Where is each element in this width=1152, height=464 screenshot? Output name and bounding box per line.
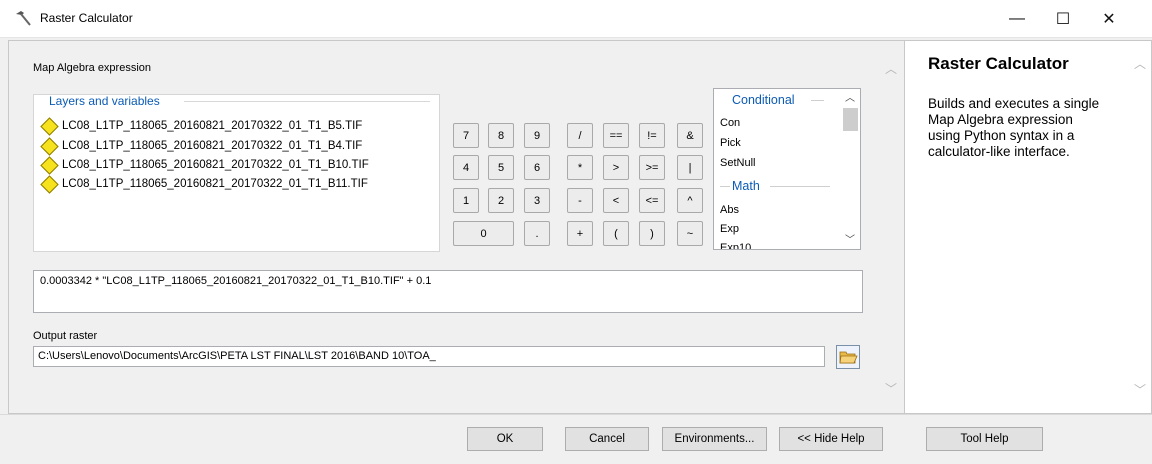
key-less-than[interactable]: < [603, 188, 629, 213]
title-bar [0, 0, 1152, 38]
math-header: Math [732, 179, 760, 193]
key-equal[interactable]: == [603, 123, 629, 148]
key-left-paren[interactable]: ( [603, 221, 629, 246]
key-3[interactable]: 3 [524, 188, 550, 213]
scroll-up-icon[interactable]: ︿ [845, 89, 857, 104]
divider [720, 186, 730, 187]
window-title: Raster Calculator [40, 11, 133, 25]
scroll-down-icon[interactable]: ﹀ [884, 382, 898, 396]
conditional-header: Conditional [732, 93, 795, 107]
key-power[interactable]: ^ [677, 188, 703, 213]
layer-name: LC08_L1TP_118065_20160821_20170322_01_T1… [62, 178, 368, 190]
function-item[interactable]: SetNull [720, 157, 755, 169]
layer-item[interactable]: LC08_L1TP_118065_20160821_20170322_01_T1… [38, 136, 362, 156]
cancel-button[interactable]: Cancel [565, 427, 649, 451]
key-or[interactable]: | [677, 155, 703, 180]
help-scroll-down-icon[interactable]: ﹀ [1133, 383, 1147, 397]
key-plus[interactable]: + [567, 221, 593, 246]
key-and[interactable]: & [677, 123, 703, 148]
raster-layer-icon [40, 155, 59, 175]
key-not-equal[interactable]: != [639, 123, 665, 148]
divider [770, 186, 830, 187]
parameters-scrollbar[interactable]: ︿ ﹀ [879, 46, 903, 414]
key-minus[interactable]: - [567, 188, 593, 213]
key-decimal[interactable]: . [524, 221, 550, 246]
key-6[interactable]: 6 [524, 155, 550, 180]
help-description: Builds and executes a single Map Algebra… [928, 96, 1100, 159]
maximize-button[interactable]: ☐ [1040, 0, 1086, 38]
layer-item[interactable]: LC08_L1TP_118065_20160821_20170322_01_T1… [38, 174, 368, 194]
raster-layer-icon [40, 136, 59, 156]
hide-help-button[interactable]: << Hide Help [779, 427, 883, 451]
layer-name: LC08_L1TP_118065_20160821_20170322_01_T1… [62, 140, 363, 152]
scroll-down-icon[interactable]: ﹀ [845, 231, 857, 246]
key-0[interactable]: 0 [453, 221, 514, 246]
key-right-paren[interactable]: ) [639, 221, 665, 246]
map-algebra-label: Map Algebra expression [33, 62, 152, 74]
key-divide[interactable]: / [567, 123, 593, 148]
environments-button[interactable]: Environments... [662, 427, 767, 451]
raster-layer-icon [40, 174, 59, 194]
layer-name: LC08_L1TP_118065_20160821_20170322_01_T1… [62, 159, 369, 171]
minimize-button[interactable]: — [994, 0, 1040, 38]
functions-list[interactable]: Conditional Con Pick SetNull Math Abs Ex… [713, 88, 861, 250]
key-greater-than[interactable]: > [603, 155, 629, 180]
key-7[interactable]: 7 [453, 123, 479, 148]
browse-folder-icon[interactable] [836, 345, 860, 369]
function-item[interactable]: Con [720, 117, 740, 129]
expression-textarea[interactable]: 0.0003342 * "LC08_L1TP_118065_20160821_2… [33, 270, 863, 313]
layer-name: LC08_L1TP_118065_20160821_20170322_01_T1… [62, 120, 363, 132]
layers-group-title: Layers and variables [49, 94, 160, 108]
tool-help-button[interactable]: Tool Help [926, 427, 1043, 451]
hammer-icon [16, 11, 31, 26]
function-item[interactable]: Abs [720, 204, 739, 216]
ok-button[interactable]: OK [467, 427, 543, 451]
key-multiply[interactable]: * [567, 155, 593, 180]
key-5[interactable]: 5 [488, 155, 514, 180]
key-9[interactable]: 9 [524, 123, 550, 148]
layer-item[interactable]: LC08_L1TP_118065_20160821_20170322_01_T1… [38, 155, 369, 175]
output-raster-input[interactable]: C:\Users\Lenovo\Documents\ArcGIS\PETA LS… [33, 346, 825, 367]
scroll-thumb[interactable] [843, 108, 858, 131]
divider [811, 100, 824, 101]
output-raster-label: Output raster [33, 330, 98, 342]
help-scroll-up-icon[interactable]: ︿ [1133, 57, 1147, 71]
scroll-up-icon[interactable]: ︿ [884, 62, 898, 76]
key-less-equal[interactable]: <= [639, 188, 665, 213]
key-4[interactable]: 4 [453, 155, 479, 180]
key-1[interactable]: 1 [453, 188, 479, 213]
function-item[interactable]: Exp10 [720, 242, 751, 249]
function-item[interactable]: Exp [720, 223, 739, 235]
key-greater-equal[interactable]: >= [639, 155, 665, 180]
key-8[interactable]: 8 [488, 123, 514, 148]
layer-item[interactable]: LC08_L1TP_118065_20160821_20170322_01_T1… [38, 116, 362, 136]
key-2[interactable]: 2 [488, 188, 514, 213]
key-not[interactable]: ~ [677, 221, 703, 246]
close-button[interactable]: ✕ [1086, 0, 1132, 38]
raster-layer-icon [40, 116, 59, 136]
divider [184, 101, 430, 102]
function-item[interactable]: Pick [720, 137, 741, 149]
help-title: Raster Calculator [928, 54, 1069, 73]
